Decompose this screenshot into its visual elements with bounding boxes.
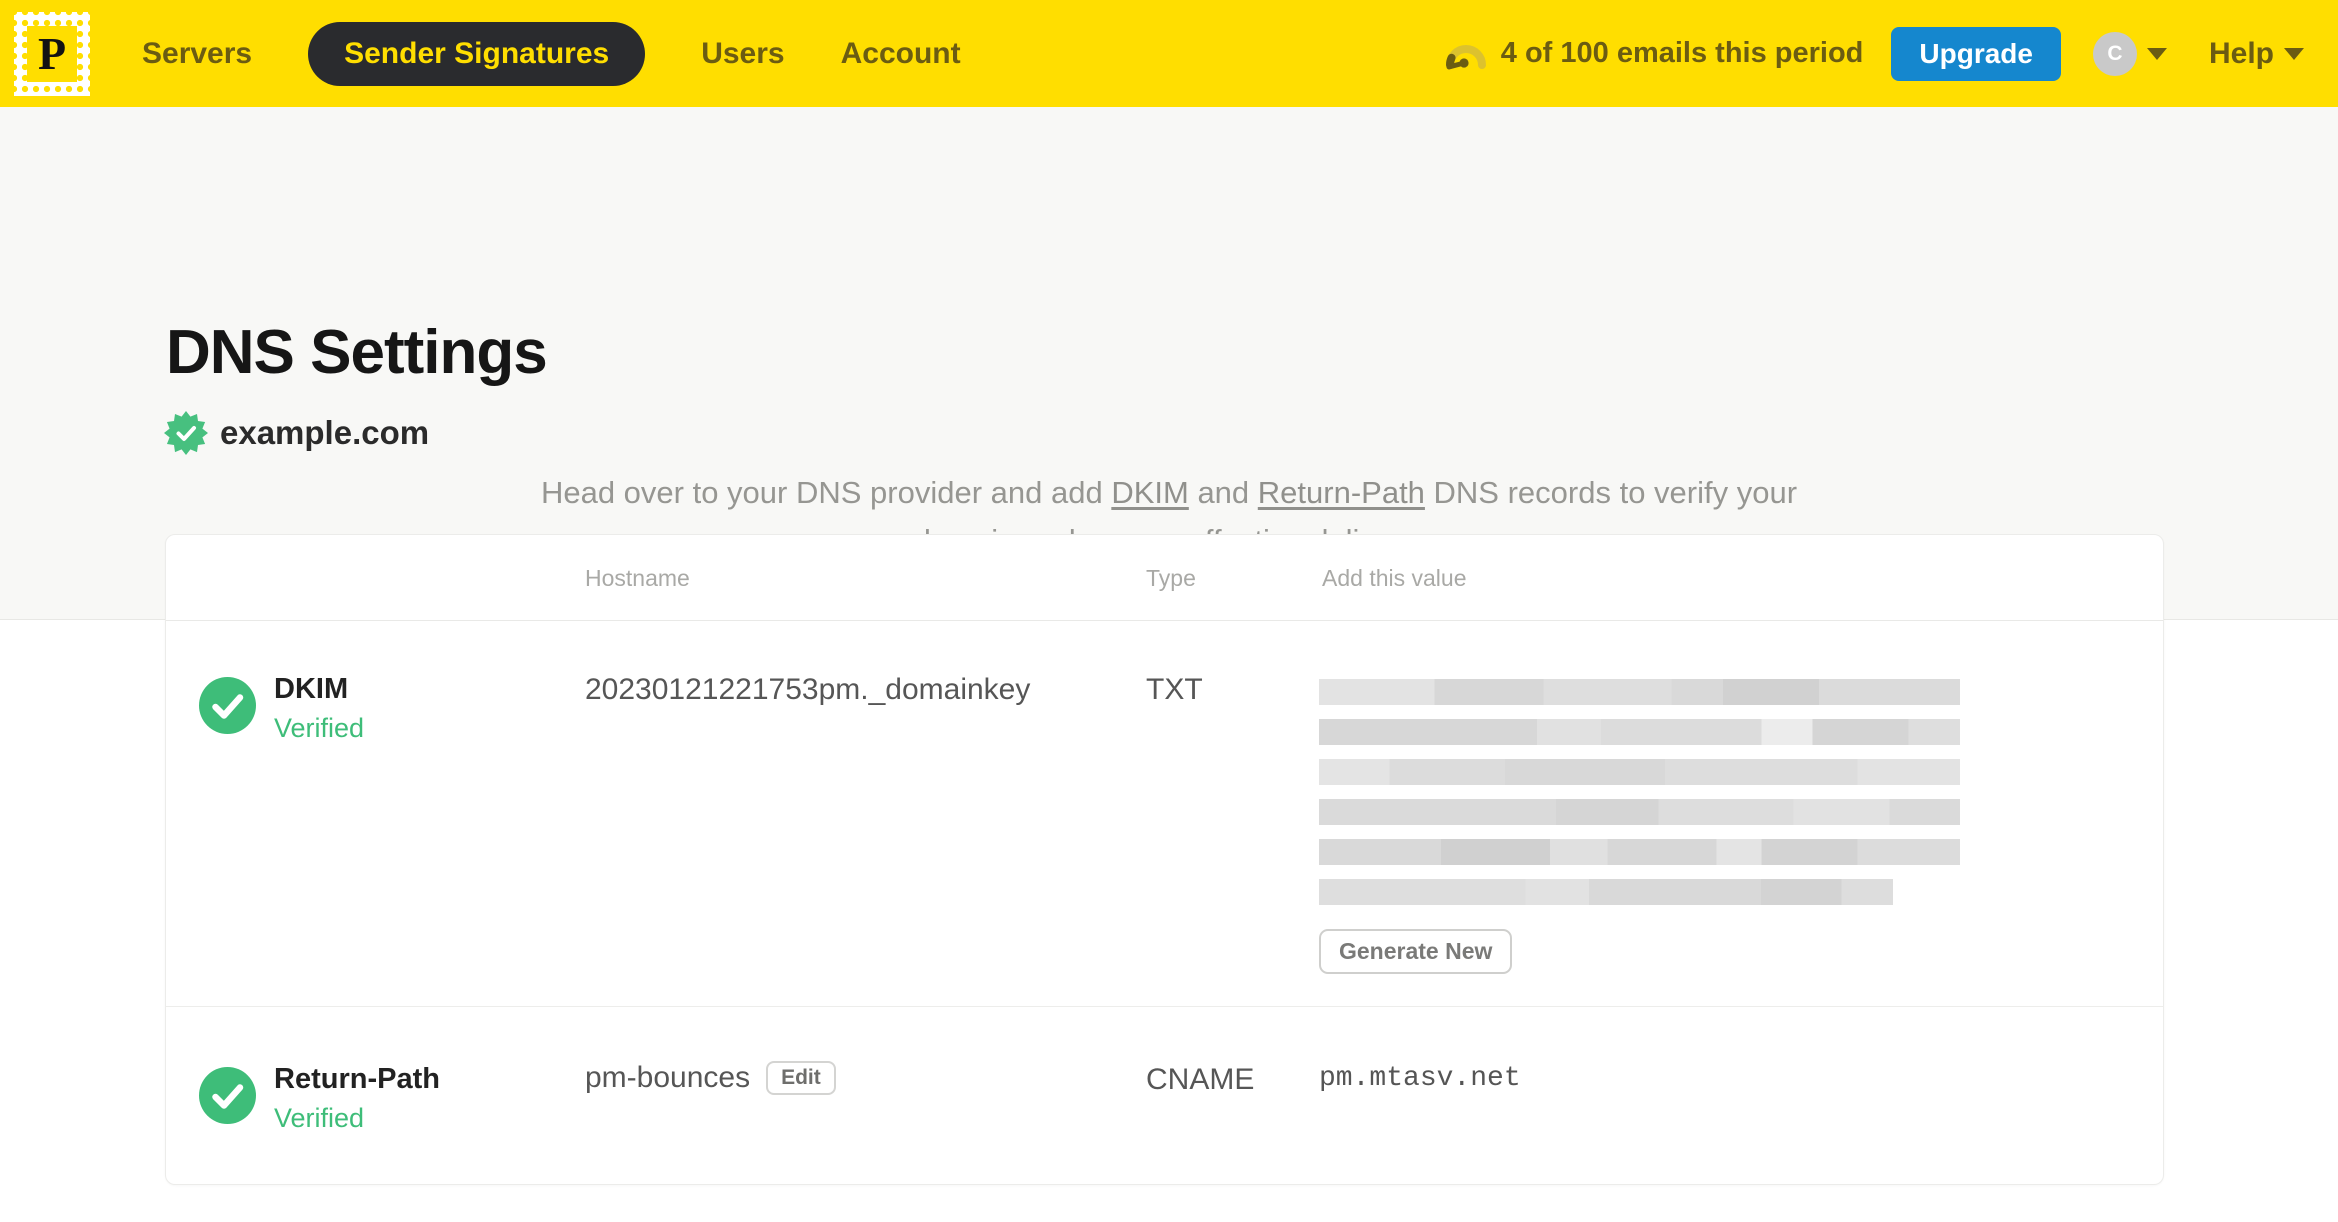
app-window: P Servers Sender Signatures Users Accoun… [0,0,2338,1222]
redacted-line [1319,719,1960,745]
col-type: Type [1146,565,1196,591]
redacted-line [1319,799,1960,825]
dns-records-table: Hostname Type Add this value DKIM Verifi… [165,534,2164,1185]
table-header: Hostname Type Add this value [166,535,2163,621]
intro-lead: Head over to your DNS provider and add [540,475,1112,510]
status-badge: Verified [274,1103,365,1133]
help-label: Help [2208,36,2274,70]
table-row-dkim: DKIM Verified 20230121221753pm._domainke… [166,621,2163,1006]
dkim-hostname: 20230121221753pm._domainkey [585,673,1031,706]
redacted-line [1319,839,1960,865]
main-nav: Servers Sender Signatures Users Account [142,21,961,86]
return-path-type: CNAME [1146,1063,1255,1096]
verified-check-icon [199,1067,256,1124]
nav-sender-signatures[interactable]: Sender Signatures [308,21,646,86]
return-path-link[interactable]: Return-Path [1258,475,1425,510]
avatar[interactable]: C [2092,31,2137,76]
redacted-line [1319,879,1893,905]
table-row-return-path: Return-Path Verified pm-bounces Edit CNA… [166,1006,2163,1185]
hostname-text: pm-bounces [585,1061,751,1094]
logo-letter: P [37,28,67,79]
chevron-down-icon [2146,47,2167,60]
record-name: Return-Path [274,1063,440,1095]
return-path-value: pm.mtasv.net [1319,1063,1521,1094]
postmark-logo[interactable]: P [14,11,90,96]
account-menu[interactable]: C [2092,31,2167,76]
redacted-line [1319,759,1960,785]
intro-mid: and [1188,475,1258,510]
col-add-this-value: Add this value [1322,565,1467,591]
edit-button[interactable]: Edit [766,1061,836,1095]
redacted-line [1319,679,1960,705]
nav-account[interactable]: Account [841,37,961,71]
value-text: pm.mtasv.net [1319,1063,1521,1094]
usage-text: 4 of 100 emails this period [1500,37,1864,69]
col-hostname: Hostname [585,565,690,591]
verified-seal-icon [164,411,208,455]
help-menu[interactable]: Help [2209,37,2304,71]
chevron-down-icon [2284,47,2304,60]
record-name: DKIM [274,673,349,705]
topbar-right: 4 of 100 emails this period Upgrade C He… [1441,26,2304,81]
upgrade-button[interactable]: Upgrade [1891,26,2061,81]
page-title: DNS Settings [166,318,548,387]
return-path-hostname: pm-bounces Edit [585,1061,836,1095]
generate-new-button[interactable]: Generate New [1319,929,1513,974]
dkim-value-redacted: Generate New [1319,679,1960,974]
domain-name: example.com [220,414,430,451]
usage-gauge-icon [1445,44,1486,69]
topbar: P Servers Sender Signatures Users Accoun… [0,0,2338,107]
nav-servers[interactable]: Servers [142,37,252,71]
nav-users[interactable]: Users [701,37,784,71]
status-badge: Verified [274,713,365,743]
verified-check-icon [199,677,256,734]
dkim-type: TXT [1146,673,1203,706]
logo-stamp-icon: P [27,25,77,82]
domain-row: example.com [164,411,429,455]
dkim-link[interactable]: DKIM [1111,475,1189,510]
